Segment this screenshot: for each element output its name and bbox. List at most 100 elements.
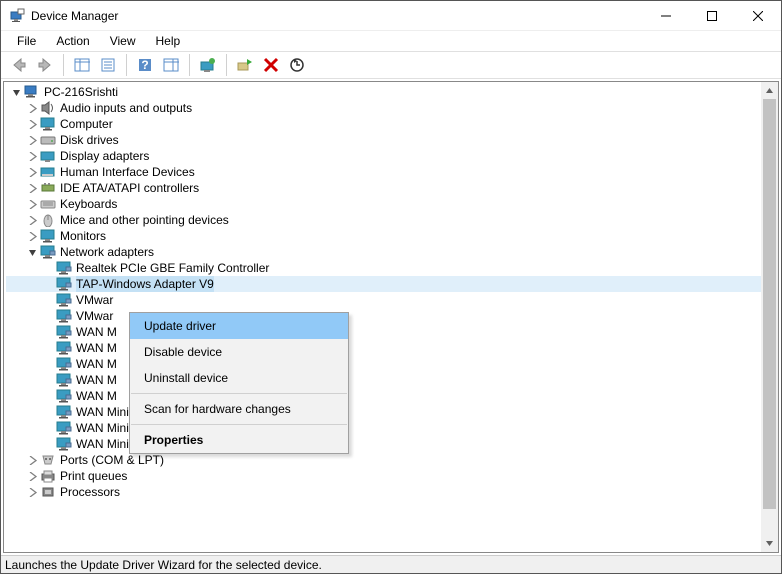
back-button[interactable] xyxy=(7,53,31,77)
tree-item-audio[interactable]: Audio inputs and outputs xyxy=(6,100,778,116)
chevron-right-icon[interactable] xyxy=(24,184,40,193)
tree-label: WAN M xyxy=(76,324,117,340)
forward-button[interactable] xyxy=(33,53,57,77)
chevron-down-icon[interactable] xyxy=(24,248,40,257)
context-update-driver[interactable]: Update driver xyxy=(130,313,348,339)
chevron-right-icon[interactable] xyxy=(24,104,40,113)
tree-item-net-realtek[interactable]: Realtek PCIe GBE Family Controller xyxy=(6,260,778,276)
menu-file[interactable]: File xyxy=(9,32,44,50)
tree-item-monitors[interactable]: Monitors xyxy=(6,228,778,244)
tree-item-computer[interactable]: Computer xyxy=(6,116,778,132)
tree-item-net-vmware2[interactable]: VMwar xyxy=(6,308,778,324)
port-icon xyxy=(40,453,56,467)
hid-icon xyxy=(40,165,56,179)
device-tree[interactable]: PC-216Srishti Audio inputs and outputs C… xyxy=(4,82,778,552)
network-adapter-icon xyxy=(56,357,72,371)
tree-root[interactable]: PC-216Srishti xyxy=(6,84,778,100)
properties-button[interactable] xyxy=(96,53,120,77)
tree-label: WAN M xyxy=(76,356,117,372)
titlebar: Device Manager xyxy=(1,1,781,31)
tree-item-net-wan3[interactable]: WAN M xyxy=(6,356,778,372)
minimize-button[interactable] xyxy=(643,1,689,31)
tree-item-net-wan2[interactable]: WAN M xyxy=(6,340,778,356)
disk-icon xyxy=(40,133,56,147)
monitor-icon xyxy=(40,229,56,243)
tree-label: Print queues xyxy=(60,468,127,484)
network-adapter-icon xyxy=(56,293,72,307)
uninstall-device-button[interactable] xyxy=(259,53,283,77)
tree-item-display[interactable]: Display adapters xyxy=(6,148,778,164)
menubar: File Action View Help xyxy=(1,31,781,51)
tree-label: Processors xyxy=(60,484,120,500)
chevron-right-icon[interactable] xyxy=(24,168,40,177)
window-title: Device Manager xyxy=(31,9,643,23)
tree-item-printq[interactable]: Print queues xyxy=(6,468,778,484)
tree-label: Realtek PCIe GBE Family Controller xyxy=(76,260,269,276)
tree-item-net-wan-pppoe[interactable]: WAN Miniport (PPPOE) xyxy=(6,404,778,420)
tree-label: Monitors xyxy=(60,228,106,244)
tree-item-disk[interactable]: Disk drives xyxy=(6,132,778,148)
tree-item-net-wan-sstp[interactable]: WAN Miniport (SSTP) xyxy=(6,436,778,452)
network-adapter-icon xyxy=(56,373,72,387)
action-pane-button[interactable] xyxy=(159,53,183,77)
chevron-right-icon[interactable] xyxy=(24,488,40,497)
context-properties[interactable]: Properties xyxy=(130,427,348,453)
tree-item-keyboards[interactable]: Keyboards xyxy=(6,196,778,212)
chevron-right-icon[interactable] xyxy=(24,152,40,161)
show-hide-console-tree-button[interactable] xyxy=(70,53,94,77)
chevron-right-icon[interactable] xyxy=(24,456,40,465)
tree-item-net-wan5[interactable]: WAN M xyxy=(6,388,778,404)
tree-item-ide[interactable]: IDE ATA/ATAPI controllers xyxy=(6,180,778,196)
computer-icon xyxy=(24,85,40,99)
network-adapter-icon xyxy=(56,437,72,451)
chevron-down-icon[interactable] xyxy=(8,88,24,97)
keyboard-icon xyxy=(40,197,56,211)
chevron-right-icon[interactable] xyxy=(24,472,40,481)
svg-text:?: ? xyxy=(141,58,148,72)
chevron-right-icon[interactable] xyxy=(24,136,40,145)
tree-item-ports[interactable]: Ports (COM & LPT) xyxy=(6,452,778,468)
scroll-up-button[interactable] xyxy=(761,82,778,99)
tree-item-mice[interactable]: Mice and other pointing devices xyxy=(6,212,778,228)
help-button[interactable]: ? xyxy=(133,53,157,77)
tree-label: VMwar xyxy=(76,292,113,308)
update-driver-button[interactable] xyxy=(196,53,220,77)
app-icon xyxy=(9,8,25,24)
context-disable-device[interactable]: Disable device xyxy=(130,339,348,365)
tree-label: Human Interface Devices xyxy=(60,164,195,180)
menu-view[interactable]: View xyxy=(102,32,144,50)
menu-help[interactable]: Help xyxy=(148,32,189,50)
scroll-down-button[interactable] xyxy=(761,535,778,552)
menu-action[interactable]: Action xyxy=(48,32,97,50)
network-adapter-icon xyxy=(56,405,72,419)
tree-item-network[interactable]: Network adapters xyxy=(6,244,778,260)
chevron-right-icon[interactable] xyxy=(24,216,40,225)
context-uninstall-device[interactable]: Uninstall device xyxy=(130,365,348,391)
enable-device-button[interactable] xyxy=(233,53,257,77)
printer-icon xyxy=(40,469,56,483)
status-bar: Launches the Update Driver Wizard for th… xyxy=(1,555,781,573)
device-tree-panel: PC-216Srishti Audio inputs and outputs C… xyxy=(3,81,779,553)
close-button[interactable] xyxy=(735,1,781,31)
context-separator xyxy=(131,393,347,394)
chevron-right-icon[interactable] xyxy=(24,232,40,241)
speaker-icon xyxy=(40,101,56,115)
scroll-thumb[interactable] xyxy=(763,99,776,509)
vertical-scrollbar[interactable] xyxy=(761,82,778,552)
tree-label: Keyboards xyxy=(60,196,117,212)
maximize-button[interactable] xyxy=(689,1,735,31)
tree-item-net-tap[interactable]: TAP-Windows Adapter V9 xyxy=(6,276,778,292)
tree-item-net-wan1[interactable]: WAN M xyxy=(6,324,778,340)
scan-hardware-button[interactable] xyxy=(285,53,309,77)
chevron-right-icon[interactable] xyxy=(24,200,40,209)
monitor-icon xyxy=(40,117,56,131)
tree-item-net-wan4[interactable]: WAN M xyxy=(6,372,778,388)
tree-item-net-wan-pptp[interactable]: WAN Miniport (PPTP) xyxy=(6,420,778,436)
tree-item-hid[interactable]: Human Interface Devices xyxy=(6,164,778,180)
context-scan-hardware[interactable]: Scan for hardware changes xyxy=(130,396,348,422)
network-adapter-icon xyxy=(56,309,72,323)
tree-item-net-vmware1[interactable]: VMwar xyxy=(6,292,778,308)
chevron-right-icon[interactable] xyxy=(24,120,40,129)
tree-item-processors[interactable]: Processors xyxy=(6,484,778,500)
tree-label: Ports (COM & LPT) xyxy=(60,452,164,468)
